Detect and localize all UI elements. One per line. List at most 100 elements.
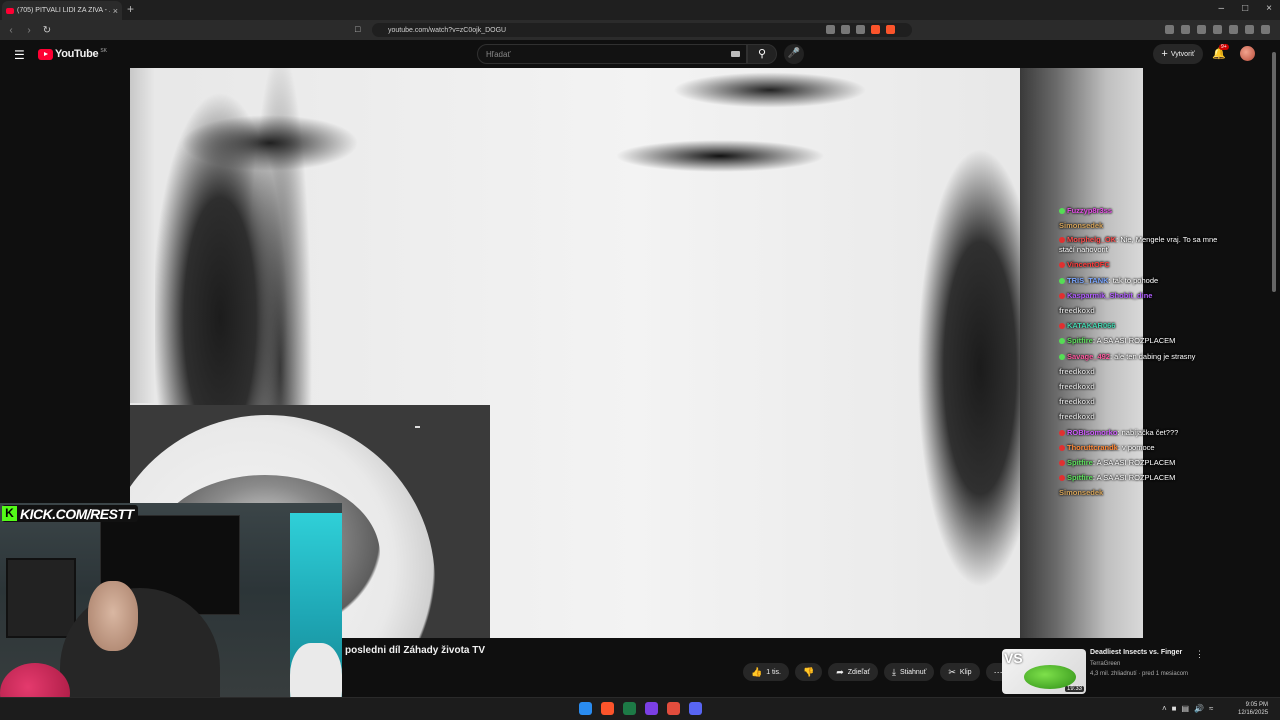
country-code: SK	[100, 48, 107, 54]
excel-icon[interactable]	[623, 702, 636, 715]
vpn-icon[interactable]	[1245, 25, 1254, 34]
taskbar-clock[interactable]: 9:05 PM 12/16/2025	[1238, 701, 1268, 717]
chat-username: Fuzzyp8r3ss	[1067, 206, 1113, 215]
avatar[interactable]	[1240, 46, 1255, 61]
clip-button[interactable]: ✂ Klip	[940, 663, 980, 681]
page-scrollbar[interactable]	[1270, 42, 1278, 697]
minimize-button[interactable]: –	[1219, 3, 1225, 14]
menu-icon[interactable]	[1261, 25, 1270, 34]
browser-tab-active[interactable]: (705) PITVALI LIDI ZA ŽIVA - ... ×	[2, 1, 122, 20]
discord-icon[interactable]	[689, 702, 702, 715]
extensions-bar	[1165, 25, 1270, 34]
chat-text: tak to pohode	[1112, 275, 1159, 285]
wifi-icon[interactable]: ≈	[1209, 704, 1213, 713]
sidebar-icon[interactable]	[1181, 25, 1190, 34]
share-label: Zdieľať	[847, 668, 870, 676]
twitch-icon[interactable]	[645, 702, 658, 715]
inset-speck	[415, 426, 420, 428]
chat-badge-icon	[1059, 208, 1065, 215]
chat-badge-icon	[1059, 338, 1065, 345]
app-icon[interactable]	[667, 702, 680, 715]
tray-app-icon[interactable]: ■	[1172, 704, 1177, 713]
notification-badge: 9+	[1219, 44, 1229, 50]
dislike-button[interactable]: 👎	[795, 663, 823, 681]
more-vertical-icon[interactable]: ⋮	[1195, 649, 1204, 660]
video-title: posledni díl Záhady života TV	[345, 645, 486, 656]
tray-chevron-icon[interactable]: ˄	[1162, 704, 1167, 713]
chat-text: A SA ASI ROZPLACEM	[1096, 336, 1176, 346]
cast-icon[interactable]	[826, 25, 835, 34]
download-button[interactable]: ⤓ Stiahnuť	[883, 663, 935, 681]
chat-message: freedkoxd	[1059, 394, 1229, 409]
kick-url: KICK.COM/RESTT	[20, 505, 134, 522]
network-icon[interactable]: ▤	[1182, 704, 1190, 713]
recommended-video[interactable]: VS 19:33 Deadliest Insects vs. Finger Te…	[1002, 649, 1272, 695]
chat-username: freedkoxd	[1059, 382, 1095, 392]
taskbar: ˄ ■ ▤ 🔊 ≈ 9:05 PM 12/16/2025	[0, 697, 1280, 720]
taskbar-apps	[579, 702, 702, 715]
create-label: Vytvoriť	[1170, 50, 1195, 58]
recommended-meta: 4,3 mil. zhliadnutí · pred 1 mesiacom	[1090, 671, 1189, 677]
chat-username: freedkoxd	[1059, 306, 1095, 316]
share-button[interactable]: ➦ Zdieľať	[828, 663, 878, 681]
youtube-logo[interactable]: YouTube SK	[38, 48, 107, 60]
chat-text: A SA ASI ROZPLACEM	[1096, 458, 1176, 468]
chat-username: Simonsedek	[1059, 221, 1104, 231]
forward-arrow-icon[interactable]: ›	[22, 25, 36, 36]
like-button[interactable]: 👍 1 tis.	[743, 663, 790, 681]
brave-shields-icon[interactable]	[871, 25, 880, 34]
recommended-title[interactable]: Deadliest Insects vs. Finger	[1090, 649, 1182, 656]
chat-message: Fuzzyp8r3ss	[1059, 203, 1229, 218]
windows-start-icon[interactable]	[579, 702, 592, 715]
create-button[interactable]: + Vytvoriť	[1153, 44, 1203, 64]
chat-username: Kasparmik_Shobit_dine	[1067, 290, 1153, 300]
kick-banner: K KICK.COM/RESTT	[2, 505, 138, 522]
back-arrow-icon[interactable]: ‹	[4, 25, 18, 36]
share-page-icon[interactable]	[856, 25, 865, 34]
system-tray: ˄ ■ ▤ 🔊 ≈	[1162, 704, 1213, 713]
search-input[interactable]: Hľadať	[477, 44, 747, 64]
chat-text: A SA ASI ROZPLACEM	[1096, 473, 1176, 483]
youtube-logo-text: YouTube	[55, 48, 99, 60]
video-duration: 19:33	[1064, 686, 1084, 692]
chat-message: freedkoxd	[1059, 364, 1229, 379]
scrollbar-thumb[interactable]	[1272, 52, 1276, 292]
notifications-button[interactable]: 🔔 9+	[1212, 44, 1229, 60]
recommended-channel[interactable]: TerraGreen	[1090, 661, 1120, 667]
scissors-icon: ✂	[948, 666, 956, 677]
url-text: youtube.com/watch?v=zC0ojk_DOGU	[388, 26, 507, 34]
wallet-icon[interactable]	[1213, 25, 1222, 34]
browser-tabbar: (705) PITVALI LIDI ZA ŽIVA - ... × + – □…	[0, 0, 1280, 20]
leo-icon[interactable]	[1229, 25, 1238, 34]
microphone-icon: 🎤	[787, 48, 801, 59]
reload-icon[interactable]: ↻	[40, 25, 54, 36]
extension-icon[interactable]	[1165, 25, 1174, 34]
new-tab-button[interactable]: +	[127, 2, 134, 16]
close-window-button[interactable]: ×	[1266, 3, 1272, 14]
volume-icon[interactable]: 🔊	[1194, 704, 1204, 713]
recommended-thumbnail[interactable]: VS 19:33	[1002, 649, 1086, 694]
chat-message: TRIS_TANK: tak to pohode	[1059, 273, 1229, 288]
chat-badge-icon	[1059, 292, 1065, 299]
chat-message: KATAKAR066	[1059, 318, 1229, 333]
search-button[interactable]: ⚲	[747, 44, 777, 64]
keyboard-icon[interactable]	[731, 51, 740, 57]
hamburger-menu-icon[interactable]: ☰	[14, 48, 25, 62]
youtube-favicon-icon	[6, 7, 14, 14]
chat-username: Spitfire	[1067, 473, 1093, 483]
translate-icon[interactable]	[841, 25, 850, 34]
brave-browser-icon[interactable]	[601, 702, 614, 715]
chat-username: Spitfire	[1067, 336, 1093, 346]
chat-username: KATAKAR066	[1067, 321, 1116, 331]
chat-badge-icon	[1059, 237, 1065, 244]
voice-search-button[interactable]: 🎤	[784, 44, 804, 64]
chat-username: freedkoxd	[1059, 397, 1095, 407]
chat-badge-icon	[1059, 444, 1065, 451]
address-bar-icons	[826, 25, 895, 34]
bookmark-icon[interactable]: □	[355, 24, 360, 34]
maximize-button[interactable]: □	[1242, 3, 1248, 14]
tab-search-icon[interactable]	[1197, 25, 1206, 34]
chat-username: freedkoxd	[1059, 366, 1095, 376]
tab-close-icon[interactable]: ×	[113, 6, 118, 16]
brave-rewards-icon[interactable]	[886, 25, 895, 34]
